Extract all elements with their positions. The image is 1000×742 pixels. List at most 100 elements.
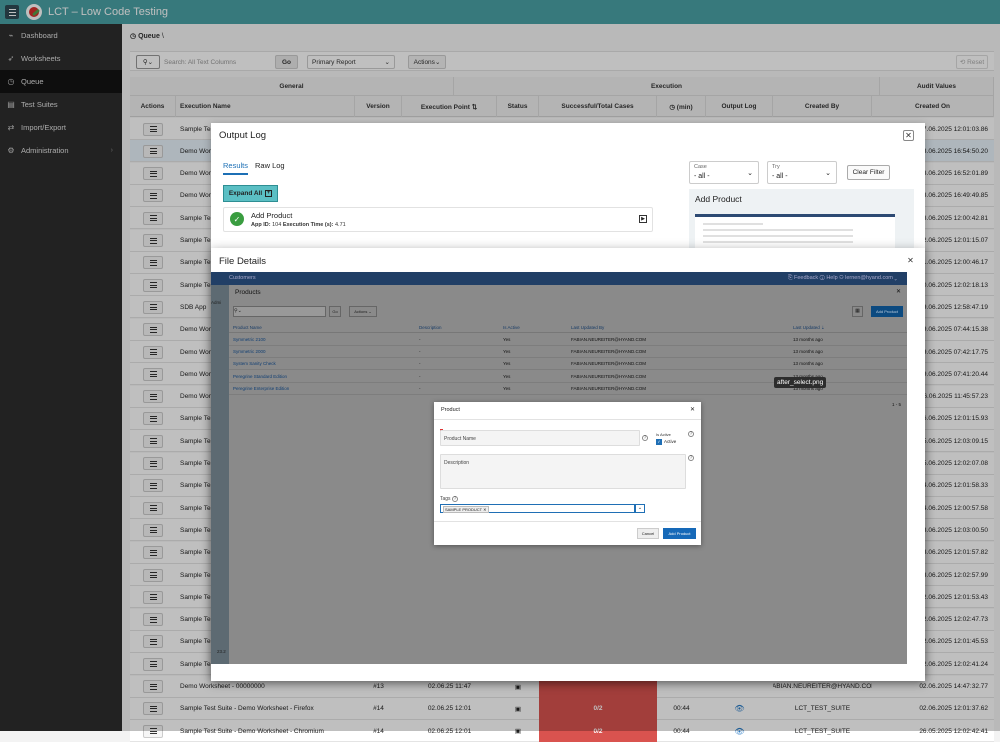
tag-chip: SAMPLE PRODUCT ✕ xyxy=(443,506,489,513)
captured-product-dialog: Product ✕ Product Name ? Is Active ? ✓ A… xyxy=(434,402,701,545)
captured-cell: Yes xyxy=(503,361,511,367)
captured-table-row: Symmetric 2100 - Yes FABIAN.NEUREITER@HYAND… xyxy=(229,334,907,346)
active-checkbox: ✓ xyxy=(656,439,662,445)
captured-cell: FABIAN.NEUREITER@HYAND.COM xyxy=(571,361,646,367)
plus-icon: + xyxy=(265,190,273,197)
captured-cell: FABIAN.NEUREITER@HYAND.COM xyxy=(571,337,646,342)
chevron-down-icon: ⌄ xyxy=(635,504,645,513)
exec-time-label: Execution Time (s): xyxy=(282,222,334,228)
help-icon: ? xyxy=(688,431,694,437)
app-id-label: App ID: xyxy=(251,222,271,228)
product-name-field: Product Name xyxy=(440,430,640,446)
active-checkbox-label: Active xyxy=(664,439,677,444)
tag-chip-label: SAMPLE PRODUCT xyxy=(445,507,483,512)
captured-cell: FABIAN.NEUREITER@HYAND.COM xyxy=(571,349,646,355)
tags-label: Tags xyxy=(440,496,451,502)
grid-icon: ▦ xyxy=(852,306,863,317)
dialog-title: Output Log xyxy=(219,130,267,141)
screenshot-panel: Add Product xyxy=(689,189,914,249)
product-name-label: Product Name xyxy=(444,436,476,442)
captured-actions-button: Actions ⌄ xyxy=(349,306,377,317)
case-filter-label: Case xyxy=(694,164,707,170)
close-icon[interactable]: ✕ xyxy=(905,255,916,266)
chevron-down-icon: ⌄ xyxy=(747,170,753,177)
captured-table-row: Symmetric 2000 - Yes FABIAN.NEUREITER@HYAND… xyxy=(229,346,907,359)
captured-cancel-button: Cancel xyxy=(637,528,659,539)
captured-cell: FABIAN.NEUREITER@HYAND.COM xyxy=(571,385,646,391)
captured-column-header: Last Updated ⇣ xyxy=(793,325,825,330)
description-label: Description xyxy=(444,460,470,466)
close-icon[interactable]: ✕ xyxy=(903,130,914,141)
result-item[interactable]: ✓ Add Product App ID: 104 Execution Time… xyxy=(223,207,653,232)
captured-cell: Symmetric 2000 xyxy=(233,349,266,355)
search-icon: ⚲⌄ xyxy=(234,308,242,314)
result-title: Add Product xyxy=(251,211,293,220)
captured-cell: Symmetric 2100 xyxy=(233,337,266,342)
remove-tag-icon: ✕ xyxy=(483,507,487,512)
captured-column-header: Last Updated By xyxy=(571,325,605,330)
captured-cell: - xyxy=(419,385,421,391)
captured-cell: FABIAN.NEUREITER@HYAND.COM xyxy=(571,373,646,379)
captured-table-header: Product Name Description Is Active Last Upd… xyxy=(229,323,907,333)
file-name-tooltip: after_select.png xyxy=(774,377,827,388)
captured-cell: Peregrine Standard Edition xyxy=(233,373,288,379)
captured-cell: - xyxy=(419,361,421,367)
captured-cell: Yes xyxy=(503,373,511,379)
expand-all-button[interactable]: Expand All + xyxy=(223,185,278,202)
captured-cell: System Sanity Check xyxy=(233,361,276,367)
captured-cell: Yes xyxy=(503,349,511,355)
is-active-label: Is Active xyxy=(656,432,671,437)
try-filter-select[interactable]: Try - all - ⌄ xyxy=(767,161,837,184)
captured-cell: 13 months ago xyxy=(793,361,823,367)
product-dialog-title: Product xyxy=(441,407,460,413)
tab-raw-log[interactable]: Raw Log xyxy=(255,161,285,170)
chevron-down-icon: ⌄ xyxy=(825,170,831,177)
captured-pager: 1 - 5 xyxy=(891,402,901,407)
captured-add-product-button: Add Product xyxy=(663,528,696,539)
exec-time-value: 4.71 xyxy=(334,222,346,228)
captured-search-input: ⚲⌄ xyxy=(233,306,326,317)
captured-app-user: ⎘ Feedback ⓘ Help ⚇ lernen@hyand.com ⌄ xyxy=(788,275,897,281)
captured-cell: - xyxy=(419,337,421,342)
captured-app-bar: Customers ⎘ Feedback ⓘ Help ⚇ lernen@hya… xyxy=(211,272,907,285)
screenshot-title: Add Product xyxy=(695,194,742,204)
help-icon: ? xyxy=(688,455,694,461)
description-field: Description xyxy=(440,454,686,489)
help-icon: ? xyxy=(642,435,648,441)
case-filter-select[interactable]: Case - all - ⌄ xyxy=(689,161,759,184)
captured-cell: 13 months ago xyxy=(793,337,823,342)
captured-app-title: Customers xyxy=(229,275,256,281)
captured-add-product-button: Add Product xyxy=(871,306,903,317)
help-icon: ? xyxy=(452,496,458,502)
captured-table-row: System Sanity Check - Yes FABIAN.NEUREITER@… xyxy=(229,358,907,371)
expand-all-label: Expand All xyxy=(228,190,263,197)
close-icon: ✕ xyxy=(689,407,695,413)
captured-column-header: Description xyxy=(419,325,442,330)
screenshot-thumbnail[interactable] xyxy=(695,214,895,249)
play-icon[interactable]: ▶ xyxy=(639,215,647,223)
app-id-value: 104 xyxy=(272,222,282,228)
result-meta: App ID: 104 Execution Time (s): 4.71 xyxy=(251,222,346,228)
captured-column-header: Is Active xyxy=(503,325,520,330)
close-icon: ✕ xyxy=(895,289,901,295)
captured-side-nav: Admi xyxy=(211,285,229,664)
captured-nav-label: Admi xyxy=(211,300,222,305)
captured-cell: Yes xyxy=(503,337,511,342)
tab-results[interactable]: Results xyxy=(223,161,249,175)
case-filter-value: - all - xyxy=(694,173,710,180)
try-filter-value: - all - xyxy=(772,173,788,180)
captured-go-button: Go xyxy=(329,306,341,317)
check-circle-icon: ✓ xyxy=(230,212,244,226)
captured-cell: - xyxy=(419,373,421,379)
dialog-title: File Details xyxy=(219,256,266,267)
captured-cell: 13 months ago xyxy=(793,349,823,355)
captured-cell: - xyxy=(419,349,421,355)
tags-input: SAMPLE PRODUCT ✕ xyxy=(440,504,635,513)
products-title: Products xyxy=(235,289,261,296)
clear-filter-button[interactable]: Clear Filter xyxy=(847,165,890,180)
try-filter-label: Try xyxy=(772,164,780,170)
captured-column-header: Product Name xyxy=(233,325,262,330)
captured-cell: Yes xyxy=(503,385,511,391)
captured-cell: Peregrine Enterprise Edition xyxy=(233,385,290,391)
captured-footer-text: 23.2 xyxy=(217,649,226,654)
